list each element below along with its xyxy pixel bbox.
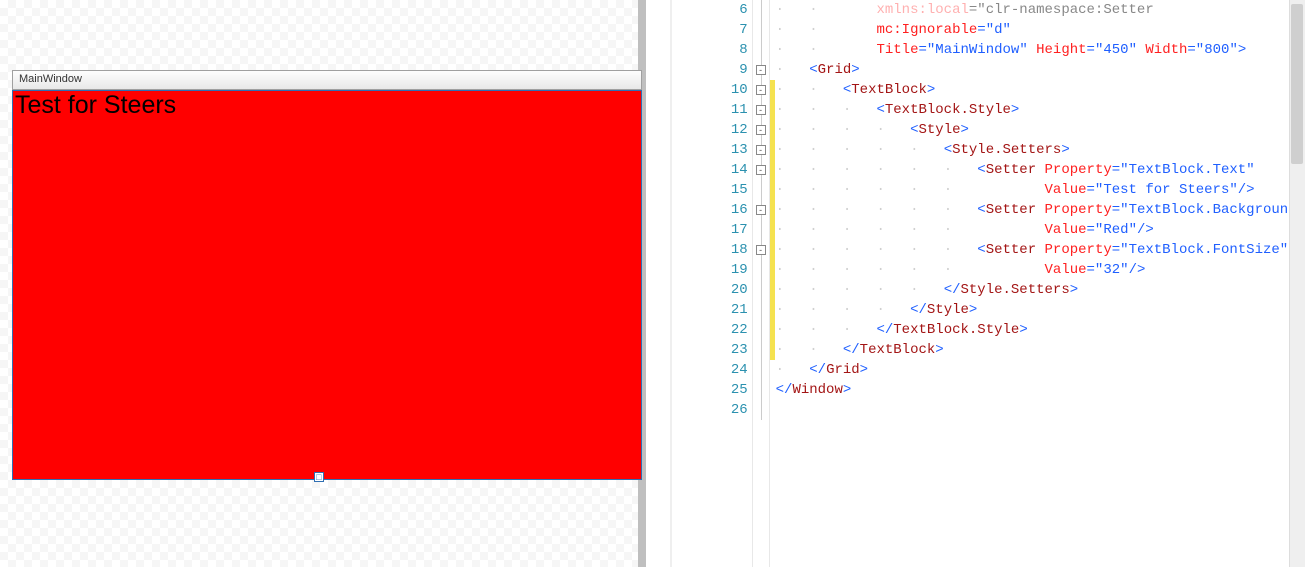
line-number: 22 xyxy=(716,320,752,340)
line-number: 8 xyxy=(716,40,752,60)
line-number: 15 xyxy=(716,180,752,200)
line-number-gutter: 67891011121314151617181920212223242526 xyxy=(716,0,752,567)
code-line[interactable]: · <Grid> xyxy=(776,60,1305,80)
resize-handle-bottom[interactable]: □ xyxy=(314,472,324,482)
designer-pane[interactable]: MainWindow Test for Steers □ xyxy=(0,0,646,567)
window-title-text: MainWindow xyxy=(19,73,82,85)
code-text-area[interactable]: · · xmlns:local="clr-namespace:Setter· ·… xyxy=(776,0,1305,567)
fold-gutter[interactable]: - - - - - - - - xyxy=(752,0,770,567)
line-number: 24 xyxy=(716,360,752,380)
line-number: 17 xyxy=(716,220,752,240)
line-number: 16 xyxy=(716,200,752,220)
line-number: 23 xyxy=(716,340,752,360)
editor-scrollbar-thumb[interactable] xyxy=(1291,4,1303,164)
code-line[interactable]: · · </TextBlock> xyxy=(776,340,1305,360)
code-line[interactable]: · · · · · · Value="Test for Steers"/> xyxy=(776,180,1305,200)
textblock-preview[interactable]: Test for Steers xyxy=(13,91,641,120)
code-line[interactable]: · · · · · <Style.Setters> xyxy=(776,140,1305,160)
fold-toggle[interactable]: - xyxy=(756,245,766,255)
window-titlebar: MainWindow xyxy=(12,70,642,90)
code-line[interactable]: · · Title="MainWindow" Height="450" Widt… xyxy=(776,40,1305,60)
fold-toggle[interactable]: - xyxy=(756,165,766,175)
change-marker xyxy=(770,80,775,360)
line-number: 13 xyxy=(716,140,752,160)
code-line[interactable]: · · · · · </Style.Setters> xyxy=(776,280,1305,300)
line-number: 10 xyxy=(716,80,752,100)
fold-toggle[interactable]: - xyxy=(756,105,766,115)
code-line[interactable]: · · · </TextBlock.Style> xyxy=(776,320,1305,340)
code-line[interactable]: · · · · · · <Setter Property="TextBlock.… xyxy=(776,160,1305,180)
line-number: 7 xyxy=(716,20,752,40)
line-number: 9 xyxy=(716,60,752,80)
window-preview[interactable]: MainWindow Test for Steers xyxy=(12,70,642,480)
line-number: 21 xyxy=(716,300,752,320)
fold-toggle[interactable]: - xyxy=(756,145,766,155)
gutter-spacer xyxy=(672,0,716,567)
fold-toggle[interactable]: - xyxy=(756,205,766,215)
code-line[interactable]: · · · · </Style> xyxy=(776,300,1305,320)
code-line[interactable]: </Window> xyxy=(776,380,1305,400)
line-number: 18 xyxy=(716,240,752,260)
code-line[interactable]: · </Grid> xyxy=(776,360,1305,380)
code-editor-pane[interactable]: 67891011121314151617181920212223242526 -… xyxy=(672,0,1305,567)
line-number: 20 xyxy=(716,280,752,300)
window-client-area[interactable]: Test for Steers xyxy=(12,90,642,480)
code-line[interactable]: · · · · · · Value="32"/> xyxy=(776,260,1305,280)
code-line[interactable]: · · xmlns:local="clr-namespace:Setter xyxy=(776,0,1305,20)
code-line[interactable]: · · · · <Style> xyxy=(776,120,1305,140)
code-line[interactable]: · · mc:Ignorable="d" xyxy=(776,20,1305,40)
code-line[interactable]: · · <TextBlock> xyxy=(776,80,1305,100)
code-line[interactable] xyxy=(776,400,1305,420)
fold-toggle[interactable]: - xyxy=(756,85,766,95)
code-line[interactable]: · · · <TextBlock.Style> xyxy=(776,100,1305,120)
code-line[interactable]: · · · · · · Value="Red"/> xyxy=(776,220,1305,240)
code-line[interactable]: · · · · · · <Setter Property="TextBlock.… xyxy=(776,240,1305,260)
line-number: 12 xyxy=(716,120,752,140)
editor-scrollbar[interactable] xyxy=(1289,0,1305,567)
fold-toggle[interactable]: - xyxy=(756,65,766,75)
line-number: 25 xyxy=(716,380,752,400)
fold-toggle[interactable]: - xyxy=(756,125,766,135)
line-number: 26 xyxy=(716,400,752,420)
line-number: 14 xyxy=(716,160,752,180)
line-number: 6 xyxy=(716,0,752,20)
line-number: 11 xyxy=(716,100,752,120)
line-number: 19 xyxy=(716,260,752,280)
code-line[interactable]: · · · · · · <Setter Property="TextBlock.… xyxy=(776,200,1305,220)
